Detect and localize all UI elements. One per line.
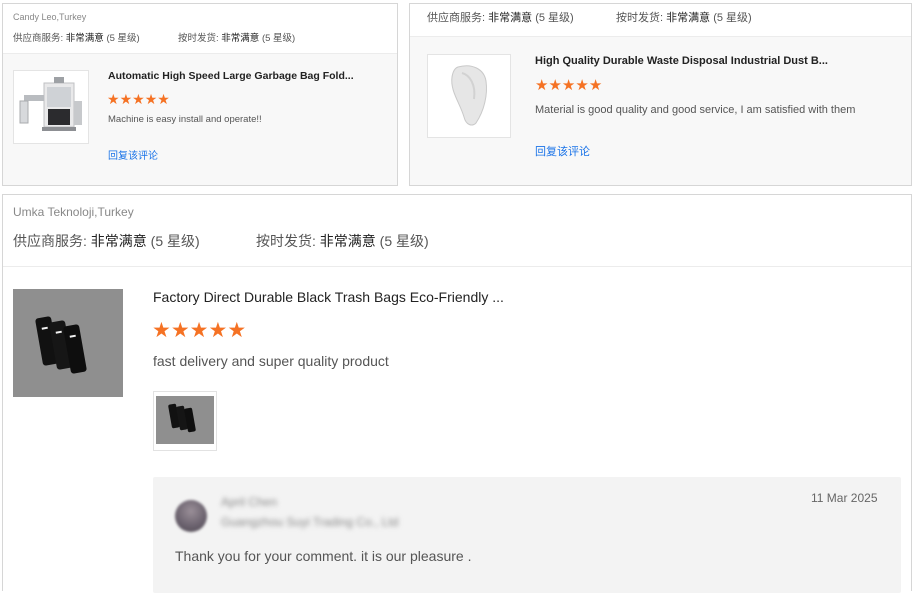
star-icon: ★ [119, 91, 133, 107]
review-header: Umka Teknoloji,Turkey 供应商服务: 非常满意 (5 星级)… [3, 195, 911, 267]
supplier-service-stars: (5 星级) [150, 233, 200, 249]
supplier-service-label: 供应商服务: [13, 233, 87, 249]
star-icon: ★ [189, 319, 209, 342]
review-body: Automatic High Speed Large Garbage Bag F… [3, 54, 397, 185]
reply-date: 11 Mar 2025 [811, 491, 878, 505]
supplier-service-value: 非常满意 [65, 33, 104, 44]
avatar [175, 500, 207, 532]
product-title[interactable]: High Quality Durable Waste Disposal Indu… [535, 55, 835, 67]
supplier-service-stars: (5 星级) [106, 33, 140, 44]
star-icon: ★ [132, 91, 145, 107]
on-time-stars: (5 星级) [261, 33, 296, 44]
machine-image [14, 71, 88, 143]
review-card-2: 供应商服务: 非常满意 (5 星级) 按时发货: 非常满意 (5 星级) Hig… [409, 3, 912, 186]
supplier-reply: April Chen Guangzhou Suyi Trading Co., L… [153, 477, 901, 593]
on-time-value: 非常满意 [221, 33, 260, 44]
supplier-service-stars: (5 星级) [535, 12, 574, 24]
star-rating: ★★★★★ [107, 92, 170, 106]
product-title[interactable]: Automatic High Speed Large Garbage Bag F… [108, 70, 383, 82]
on-time-rating: 按时发货: 非常满意 (5 星级) [616, 9, 752, 25]
star-icon: ★ [152, 319, 171, 342]
review-header: 供应商服务: 非常满意 (5 星级) 按时发货: 非常满意 (5 星级) [410, 4, 911, 37]
on-time-label: 按时发货: [256, 233, 316, 249]
product-thumbnail[interactable] [13, 289, 123, 397]
reply-author-company: Guangzhou Suyi Trading Co., Ltd [221, 515, 399, 529]
product-title[interactable]: Factory Direct Durable Black Trash Bags … [153, 289, 533, 305]
reply-text: Thank you for your comment. it is our pl… [175, 548, 472, 564]
on-time-value: 非常满意 [666, 12, 711, 24]
on-time-stars: (5 星级) [713, 12, 752, 24]
product-thumbnail[interactable] [13, 70, 89, 144]
star-icon: ★ [107, 91, 120, 107]
star-icon: ★ [588, 77, 603, 94]
review-comment: Material is good quality and good servic… [535, 104, 856, 116]
review-body: Factory Direct Durable Black Trash Bags … [3, 267, 911, 593]
star-icon: ★ [144, 91, 158, 107]
supplier-service-value: 非常满意 [90, 233, 147, 249]
reply-to-review-link[interactable]: 回复该评论 [535, 143, 590, 159]
review-photo-thumbnail[interactable] [153, 391, 217, 451]
review-body: High Quality Durable Waste Disposal Indu… [410, 37, 911, 185]
supplier-service-label: 供应商服务: [427, 12, 486, 24]
review-header: Candy Leo,Turkey 供应商服务: 非常满意 (5 星级) 按时发货… [3, 4, 397, 54]
star-icon: ★ [227, 319, 247, 342]
supplier-service-label: 供应商服务: [13, 33, 64, 44]
on-time-rating: 按时发货: 非常满意 (5 星级) [256, 231, 429, 251]
supplier-service-rating: 供应商服务: 非常满意 (5 星级) [427, 9, 574, 25]
on-time-value: 非常满意 [319, 233, 376, 249]
star-icon: ★ [548, 77, 562, 94]
supplier-service-rating: 供应商服务: 非常满意 (5 星级) [13, 30, 140, 44]
on-time-stars: (5 星级) [379, 233, 429, 249]
star-icon: ★ [575, 77, 589, 94]
star-icon: ★ [535, 77, 549, 94]
dust-bag-image [428, 55, 510, 137]
trash-bags-image [13, 289, 123, 397]
on-time-rating: 按时发货: 非常满意 (5 星级) [178, 30, 295, 44]
star-icon: ★ [561, 77, 576, 94]
star-icon: ★ [170, 319, 190, 342]
star-icon: ★ [157, 91, 170, 107]
review-card-1: Candy Leo,Turkey 供应商服务: 非常满意 (5 星级) 按时发货… [2, 3, 398, 186]
reply-author-name: April Chen [221, 495, 278, 509]
reply-to-review-link[interactable]: 回复该评论 [108, 147, 158, 162]
star-icon: ★ [208, 319, 228, 342]
reviewer-name: Umka Teknoloji,Turkey [13, 205, 134, 219]
on-time-label: 按时发货: [616, 12, 664, 24]
on-time-label: 按时发货: [178, 33, 219, 44]
review-comment: fast delivery and super quality product [153, 353, 389, 369]
supplier-service-value: 非常满意 [488, 12, 533, 24]
product-thumbnail[interactable] [427, 54, 511, 138]
trash-bags-photo [154, 392, 216, 450]
reviewer-name: Candy Leo,Turkey [13, 12, 87, 22]
supplier-service-rating: 供应商服务: 非常满意 (5 星级) [13, 231, 200, 251]
star-rating: ★★★★★ [152, 320, 246, 341]
review-card-3: Umka Teknoloji,Turkey 供应商服务: 非常满意 (5 星级)… [2, 194, 912, 593]
review-comment: Machine is easy install and operate!! [108, 114, 262, 125]
star-rating: ★★★★★ [535, 78, 602, 93]
